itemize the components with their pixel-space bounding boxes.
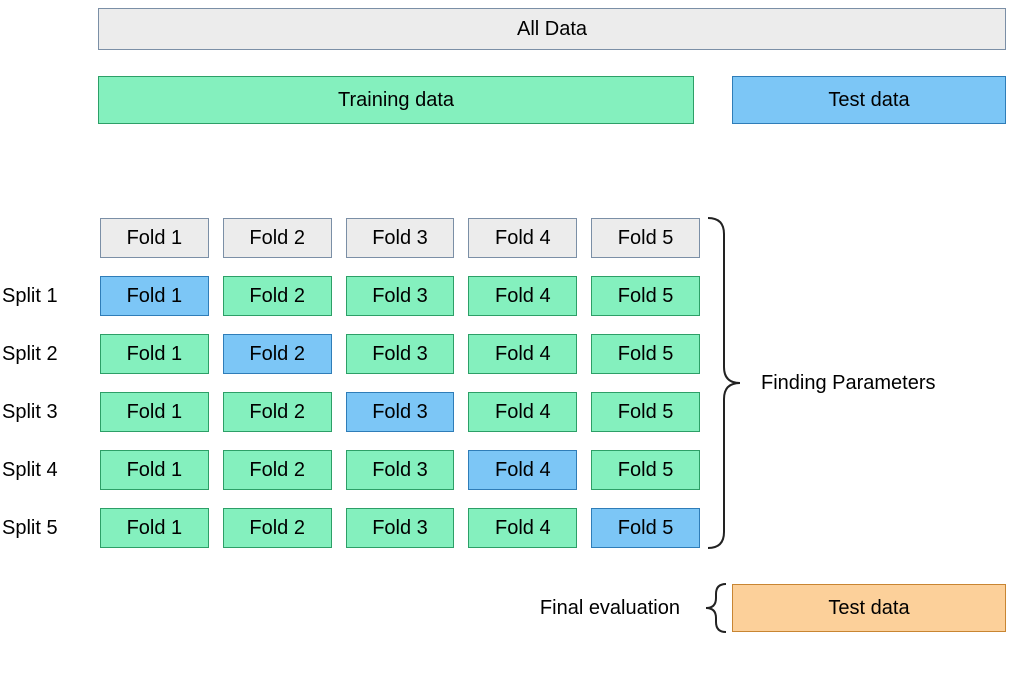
- fold-cell: Fold 4: [468, 508, 577, 548]
- fold-cell: Fold 5: [591, 334, 700, 374]
- fold-label: Fold 1: [127, 343, 183, 366]
- fold-cell: Fold 5: [591, 392, 700, 432]
- fold-label: Fold 2: [249, 459, 305, 482]
- fold-label: Fold 1: [127, 517, 183, 540]
- fold-cell: Fold 1: [100, 276, 209, 316]
- final-evaluation-label: Final evaluation: [500, 594, 680, 622]
- fold-cell: Fold 4: [468, 276, 577, 316]
- fold-label: Fold 1: [127, 401, 183, 424]
- fold-cell: Fold 3: [346, 334, 455, 374]
- fold-cell: Fold 5: [591, 450, 700, 490]
- fold-label: Fold 2: [249, 401, 305, 424]
- fold-cell: Fold 4: [468, 392, 577, 432]
- fold-label: Fold 2: [249, 285, 305, 308]
- finding-parameters-label: Finding Parameters: [761, 369, 1024, 397]
- fold-label: Fold 1: [127, 285, 183, 308]
- fold-cell: Fold 4: [468, 218, 577, 258]
- fold-cell: Fold 5: [591, 218, 700, 258]
- fold-label: Fold 5: [618, 459, 674, 482]
- fold-label: Fold 2: [249, 227, 305, 250]
- split-row: Fold 1 Fold 2 Fold 3 Fold 4 Fold 5: [100, 334, 700, 374]
- split-label: Split 2: [2, 341, 97, 367]
- fold-cell: Fold 2: [223, 334, 332, 374]
- fold-cell: Fold 2: [223, 276, 332, 316]
- split-row: Fold 1 Fold 2 Fold 3 Fold 4 Fold 5: [100, 450, 700, 490]
- finding-parameters-text: Finding Parameters: [761, 372, 936, 395]
- all-data-box: All Data: [98, 8, 1006, 50]
- test-data-label-final: Test data: [828, 597, 909, 620]
- split-label: Split 5: [2, 515, 97, 541]
- fold-cell: Fold 1: [100, 218, 209, 258]
- fold-label: Fold 5: [618, 285, 674, 308]
- fold-cell: Fold 3: [346, 508, 455, 548]
- fold-cell: Fold 4: [468, 334, 577, 374]
- fold-cell: Fold 5: [591, 508, 700, 548]
- fold-cell: Fold 4: [468, 450, 577, 490]
- fold-label: Fold 5: [618, 401, 674, 424]
- fold-cell: Fold 3: [346, 218, 455, 258]
- fold-cell: Fold 2: [223, 450, 332, 490]
- fold-label: Fold 4: [495, 343, 551, 366]
- fold-label: Fold 5: [618, 227, 674, 250]
- split-label-text: Split 2: [2, 343, 58, 366]
- fold-cell: Fold 2: [223, 218, 332, 258]
- training-data-label: Training data: [338, 89, 454, 112]
- fold-label: Fold 5: [618, 517, 674, 540]
- fold-label: Fold 4: [495, 517, 551, 540]
- fold-label: Fold 5: [618, 343, 674, 366]
- fold-label: Fold 3: [372, 343, 428, 366]
- fold-label: Fold 3: [372, 285, 428, 308]
- fold-label: Fold 3: [372, 401, 428, 424]
- fold-label: Fold 3: [372, 227, 428, 250]
- split-row: Fold 1 Fold 2 Fold 3 Fold 4 Fold 5: [100, 276, 700, 316]
- split-label-text: Split 4: [2, 459, 58, 482]
- all-data-label: All Data: [517, 18, 587, 41]
- fold-header-row: Fold 1 Fold 2 Fold 3 Fold 4 Fold 5: [100, 218, 700, 258]
- fold-cell: Fold 2: [223, 392, 332, 432]
- fold-cell: Fold 1: [100, 334, 209, 374]
- final-evaluation-text: Final evaluation: [540, 597, 680, 620]
- fold-label: Fold 2: [249, 343, 305, 366]
- fold-cell: Fold 5: [591, 276, 700, 316]
- fold-label: Fold 2: [249, 517, 305, 540]
- fold-label: Fold 4: [495, 459, 551, 482]
- split-row: Fold 1 Fold 2 Fold 3 Fold 4 Fold 5: [100, 392, 700, 432]
- fold-cell: Fold 1: [100, 450, 209, 490]
- fold-label: Fold 4: [495, 227, 551, 250]
- fold-cell: Fold 3: [346, 450, 455, 490]
- split-label-text: Split 1: [2, 285, 58, 308]
- fold-cell: Fold 2: [223, 508, 332, 548]
- split-label: Split 3: [2, 399, 97, 425]
- brace-final-evaluation: [682, 582, 732, 634]
- split-label-text: Split 3: [2, 401, 58, 424]
- split-label-text: Split 5: [2, 517, 58, 540]
- fold-cell: Fold 1: [100, 392, 209, 432]
- fold-cell: Fold 1: [100, 508, 209, 548]
- split-row: Fold 1 Fold 2 Fold 3 Fold 4 Fold 5: [100, 508, 700, 548]
- fold-label: Fold 1: [127, 227, 183, 250]
- test-data-label-top: Test data: [828, 89, 909, 112]
- fold-label: Fold 3: [372, 517, 428, 540]
- fold-label: Fold 4: [495, 401, 551, 424]
- split-label: Split 1: [2, 283, 97, 309]
- training-data-box: Training data: [98, 76, 694, 124]
- test-data-box-final: Test data: [732, 584, 1006, 632]
- fold-cell: Fold 3: [346, 276, 455, 316]
- test-data-box-top: Test data: [732, 76, 1006, 124]
- fold-label: Fold 4: [495, 285, 551, 308]
- fold-cell: Fold 3: [346, 392, 455, 432]
- split-label: Split 4: [2, 457, 97, 483]
- fold-label: Fold 1: [127, 459, 183, 482]
- fold-label: Fold 3: [372, 459, 428, 482]
